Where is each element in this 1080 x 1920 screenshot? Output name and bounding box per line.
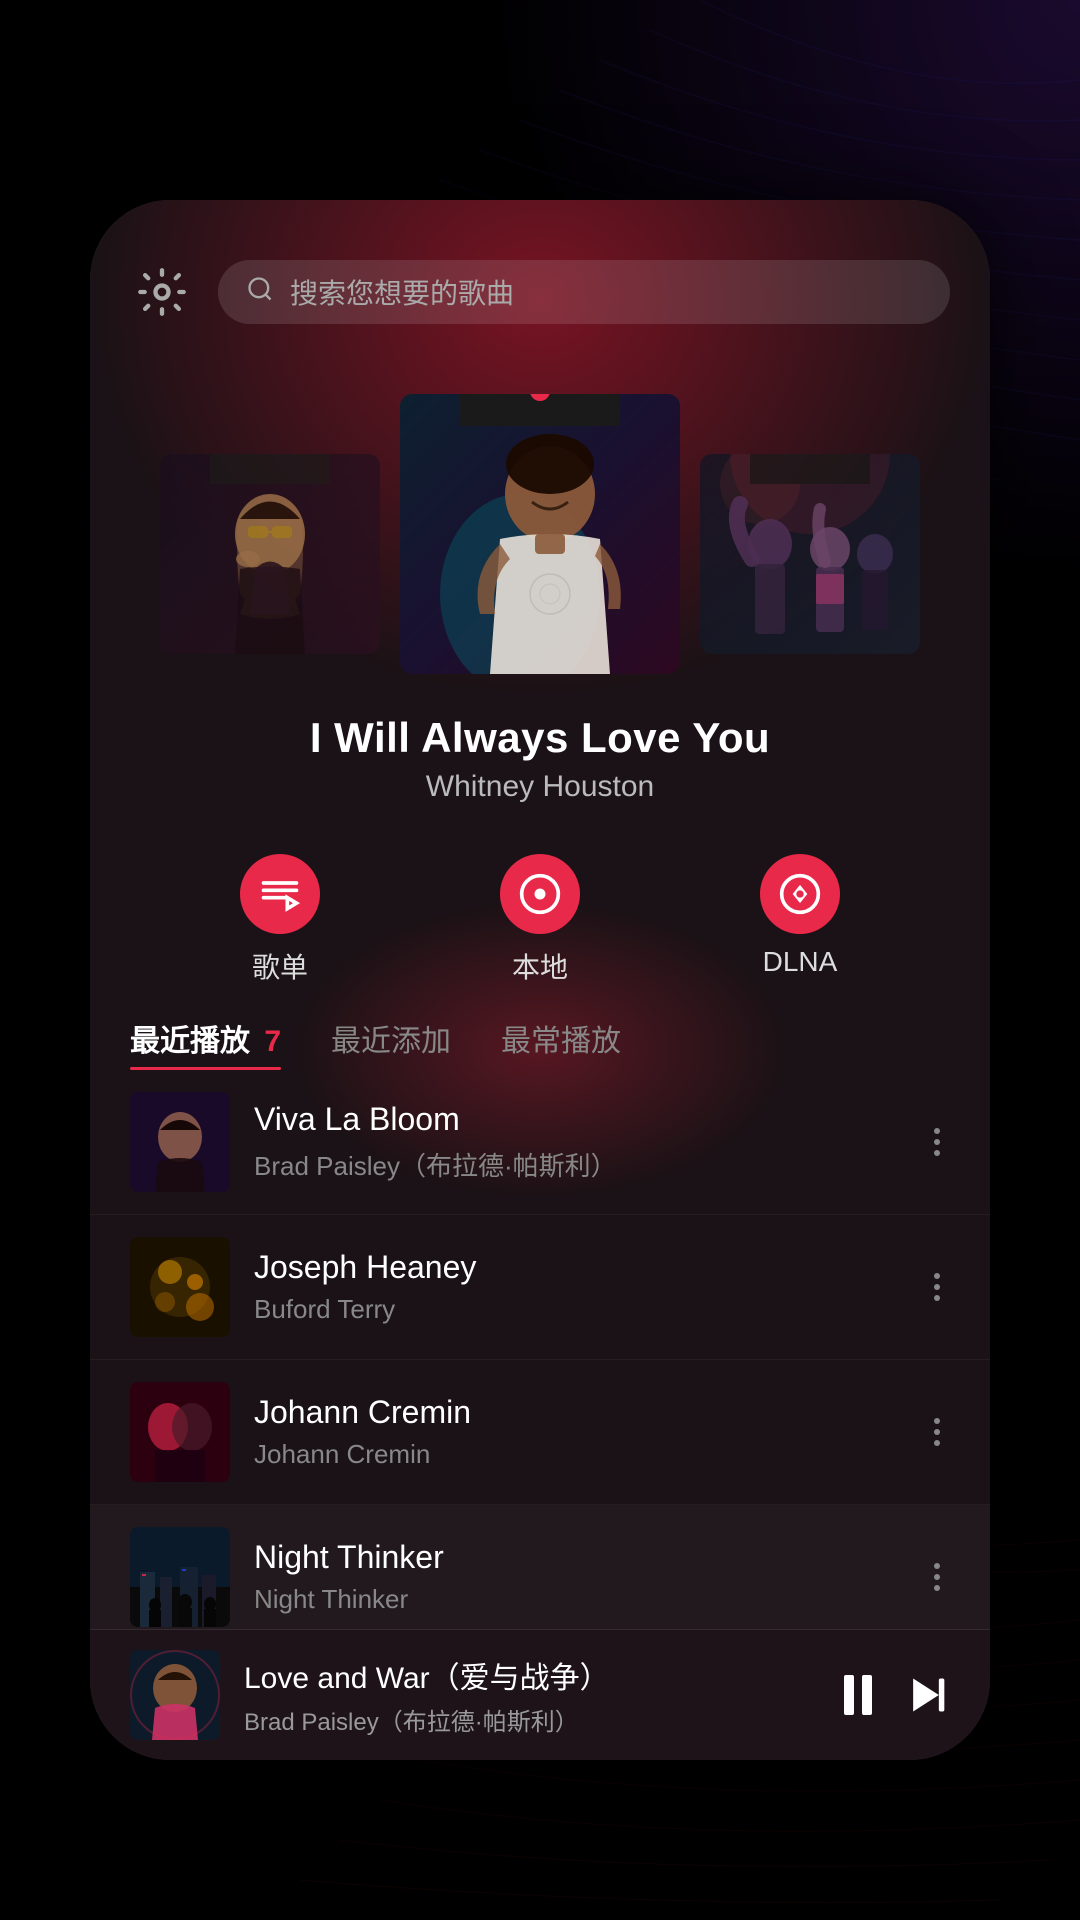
playlist-icon-circle [240, 854, 320, 934]
song-row[interactable]: Night Thinker Night Thinker [90, 1505, 990, 1629]
song-subtitle-3: Johann Cremin [254, 1439, 900, 1470]
song-row[interactable]: Joseph Heaney Buford Terry [90, 1215, 990, 1360]
featured-title: I Will Always Love You [310, 714, 770, 762]
song-title-2: Joseph Heaney [254, 1249, 900, 1286]
pause-button[interactable] [844, 1675, 872, 1715]
carousel-container [90, 374, 990, 694]
song-subtitle-4: Night Thinker [254, 1584, 900, 1615]
nav-icons: 歌单 本地 DLNA [90, 824, 990, 1006]
song-details-3: Johann Cremin Johann Cremin [254, 1394, 900, 1470]
song-list[interactable]: Viva La Bloom Brad Paisley（布拉德·帕斯利） [90, 1070, 990, 1629]
now-playing-artist: Brad Paisley（布拉德·帕斯利） [244, 1702, 820, 1737]
pause-bar-right [862, 1675, 872, 1715]
song-row[interactable]: Johann Cremin Johann Cremin [90, 1360, 990, 1505]
settings-button[interactable] [130, 260, 194, 324]
more-button-3[interactable] [924, 1408, 950, 1456]
app-content: 搜索您想要的歌曲 [90, 200, 990, 1760]
dlna-icon [778, 872, 822, 916]
search-placeholder-text: 搜索您想要的歌曲 [290, 272, 514, 312]
song-title-1: Viva La Bloom [254, 1101, 900, 1138]
header: 搜索您想要的歌曲 [90, 200, 990, 354]
nav-dlna-label: DLNA [763, 946, 838, 978]
album-card-left[interactable] [160, 454, 380, 654]
nav-local-label: 本地 [512, 946, 568, 986]
search-icon [246, 275, 274, 310]
album-card-right[interactable] [700, 454, 920, 654]
more-button-4[interactable] [924, 1553, 950, 1601]
song-row[interactable]: Viva La Bloom Brad Paisley（布拉德·帕斯利） [90, 1070, 990, 1215]
skip-button[interactable] [902, 1673, 950, 1717]
now-playing-info: Love and War（爱与战争） Brad Paisley（布拉德·帕斯利） [244, 1653, 820, 1737]
phone-frame: 搜索您想要的歌曲 [90, 200, 990, 1760]
song-title-4: Night Thinker [254, 1539, 900, 1576]
tab-recent-play-label: 最近播放 [130, 1025, 250, 1058]
featured-song-info: I Will Always Love You Whitney Houston [270, 694, 810, 814]
tab-most-played[interactable]: 最常播放 [501, 1016, 621, 1070]
nav-playlist-label: 歌单 [252, 946, 308, 986]
song-details-1: Viva La Bloom Brad Paisley（布拉德·帕斯利） [254, 1101, 900, 1183]
search-bar[interactable]: 搜索您想要的歌曲 [218, 260, 950, 324]
pause-bar-left [844, 1675, 854, 1715]
song-thumb-4 [130, 1527, 230, 1627]
song-subtitle-2: Buford Terry [254, 1294, 900, 1325]
carousel-section: I Will Always Love You Whitney Houston [90, 354, 990, 824]
tab-recent-play-count: 7 [264, 1025, 281, 1058]
now-playing-title: Love and War（爱与战争） [244, 1653, 820, 1697]
album-card-center[interactable] [400, 394, 680, 674]
song-subtitle-1: Brad Paisley（布拉德·帕斯利） [254, 1146, 900, 1183]
now-playing-bar[interactable]: Love and War（爱与战争） Brad Paisley（布拉德·帕斯利） [90, 1629, 990, 1760]
song-thumb-2 [130, 1237, 230, 1337]
tab-recent-add-label: 最近添加 [331, 1025, 451, 1058]
skip-forward-icon [902, 1673, 950, 1717]
song-thumb-1 [130, 1092, 230, 1192]
tabs-section: 最近播放 7 最近添加 最常播放 [90, 1006, 990, 1070]
nav-dlna[interactable]: DLNA [760, 854, 840, 986]
tab-most-played-label: 最常播放 [501, 1025, 621, 1058]
more-button-2[interactable] [924, 1263, 950, 1311]
song-details-2: Joseph Heaney Buford Terry [254, 1249, 900, 1325]
tabs-row: 最近播放 7 最近添加 最常播放 [130, 1016, 950, 1070]
more-button-1[interactable] [924, 1118, 950, 1166]
local-icon [518, 872, 562, 916]
nav-playlist[interactable]: 歌单 [240, 854, 320, 986]
tab-recent-play[interactable]: 最近播放 7 [130, 1016, 281, 1070]
playlist-icon [258, 872, 302, 916]
song-title-3: Johann Cremin [254, 1394, 900, 1431]
now-playing-thumb [130, 1650, 220, 1740]
dlna-icon-circle [760, 854, 840, 934]
nav-local[interactable]: 本地 [500, 854, 580, 986]
pause-icon [844, 1675, 872, 1715]
tab-recent-add[interactable]: 最近添加 [331, 1016, 451, 1070]
playback-controls [844, 1673, 950, 1717]
local-icon-circle [500, 854, 580, 934]
featured-artist: Whitney Houston [310, 770, 770, 804]
song-thumb-3 [130, 1382, 230, 1482]
song-details-4: Night Thinker Night Thinker [254, 1539, 900, 1615]
